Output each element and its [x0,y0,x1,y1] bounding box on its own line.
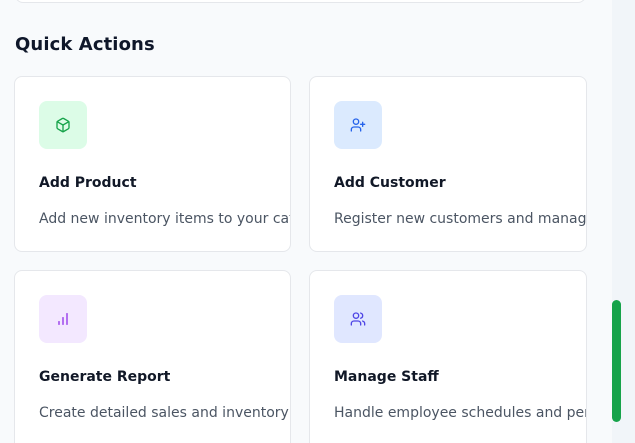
user-plus-icon [334,101,382,149]
section-title: Quick Actions [15,34,155,55]
previous-card-bottom-edge [15,0,586,3]
card-description: Create detailed sales and inventory repo… [39,405,290,421]
bar-chart-icon [39,295,87,343]
card-description: Add new inventory items to your catalog [39,211,290,227]
action-card-add-product[interactable]: Add Product Add new inventory items to y… [14,76,291,252]
card-title: Add Product [39,175,137,191]
card-title: Add Customer [334,175,446,191]
card-description: Register new customers and manage profil… [334,211,587,227]
card-title: Manage Staff [334,369,439,385]
action-card-add-customer[interactable]: Add Customer Register new customers and … [309,76,587,252]
card-description: Handle employee schedules and permission… [334,405,586,421]
main-content: Quick Actions Add Product Add new invent… [0,0,612,443]
package-icon [39,101,87,149]
scrollbar-thumb[interactable] [612,300,621,422]
action-card-manage-staff[interactable]: Manage Staff Handle employee schedules a… [309,270,587,443]
card-title: Generate Report [39,369,171,385]
action-card-generate-report[interactable]: Generate Report Create detailed sales an… [14,270,291,443]
users-icon [334,295,382,343]
